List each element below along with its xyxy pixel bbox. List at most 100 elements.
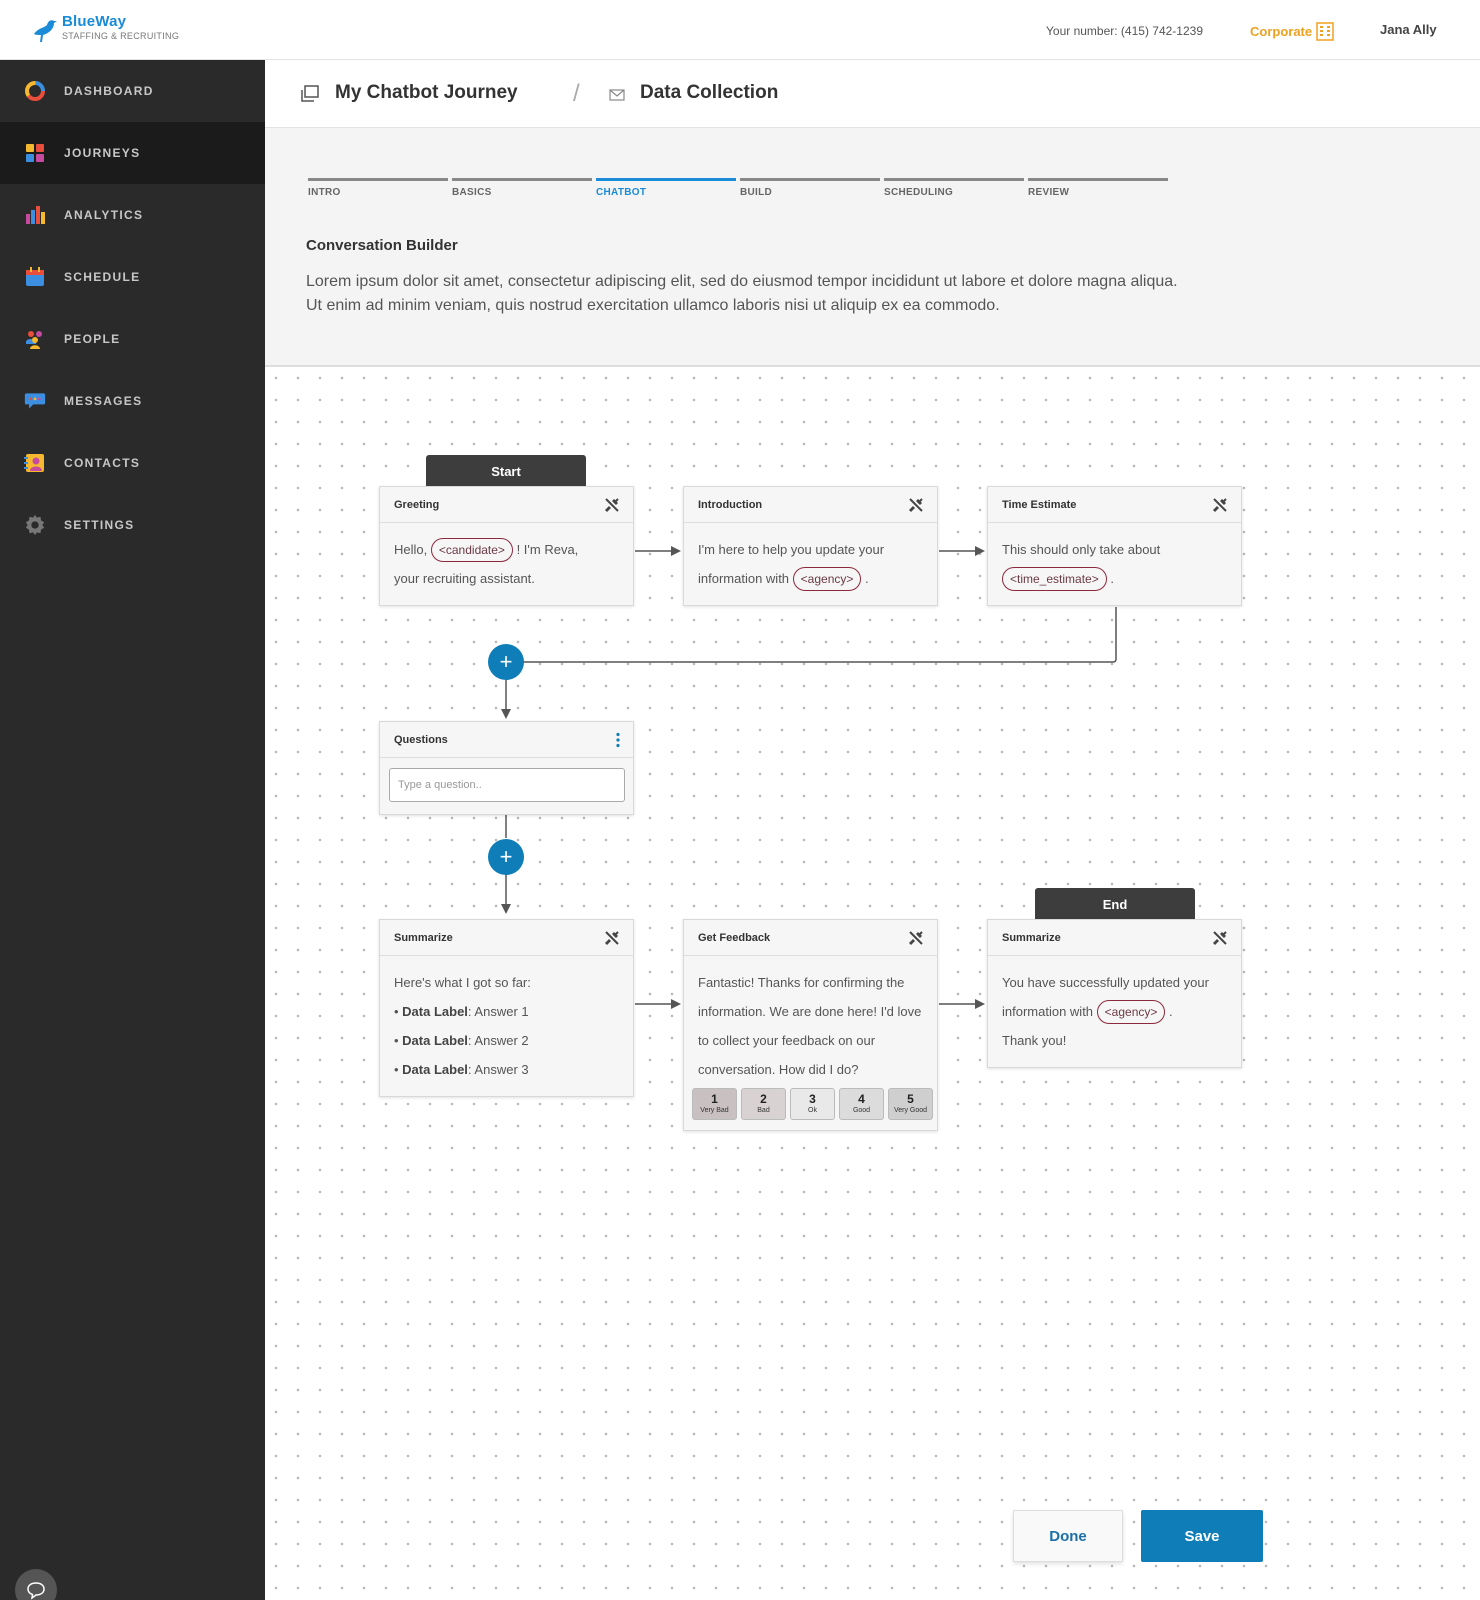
blueway-logo[interactable]: BlueWay STAFFING & RECRUITING	[30, 14, 179, 44]
sidebar-item-label: JOURNEYS	[64, 146, 141, 160]
end-text: .	[1169, 1004, 1173, 1019]
breadcrumb-separator: /	[573, 80, 580, 107]
people-icon	[24, 328, 46, 350]
rating-label: Good	[852, 1107, 871, 1114]
building-icon	[1316, 22, 1334, 41]
brand-tagline: STAFFING & RECRUITING	[62, 31, 180, 41]
sidebar-item-contacts[interactable]: CONTACTS	[0, 432, 265, 494]
questions-card[interactable]: Questions	[379, 721, 634, 815]
sidebar-item-journeys[interactable]: JOURNEYS	[0, 122, 265, 184]
tools-icon[interactable]	[603, 929, 621, 947]
data-value: : Answer 3	[467, 1062, 529, 1077]
sidebar-item-label: CONTACTS	[64, 456, 141, 470]
greeting-text: your recruiting assistant.	[394, 571, 535, 586]
agency-variable[interactable]: <agency>	[792, 567, 862, 591]
question-input[interactable]	[389, 768, 625, 802]
envelope-icon	[609, 89, 625, 101]
tools-icon[interactable]	[1211, 929, 1229, 947]
time-estimate-variable[interactable]: <time_estimate>	[1002, 567, 1107, 591]
rating-button[interactable]: 4 Good	[839, 1088, 884, 1120]
data-label: Data Label	[402, 1033, 468, 1048]
end-text: information with	[1002, 1004, 1094, 1019]
card-title: Introduction	[698, 498, 763, 511]
candidate-variable[interactable]: <candidate>	[430, 538, 513, 562]
data-value: : Answer 1	[467, 1004, 529, 1019]
introduction-card[interactable]: Introduction I'm here to help you update…	[683, 486, 938, 606]
tools-icon[interactable]	[603, 496, 621, 514]
sidebar-item-dashboard[interactable]: DASHBOARD	[0, 60, 265, 122]
data-label: Data Label	[402, 1004, 468, 1019]
summary-intro: Here's what I got so far:	[394, 975, 531, 990]
summarize-card[interactable]: Summarize Here's what I got so far: • Da…	[379, 919, 634, 1097]
copy-pages-icon	[301, 85, 319, 102]
step-intro[interactable]: INTRO	[308, 178, 448, 198]
sidebar-item-people[interactable]: PEOPLE	[0, 308, 265, 370]
sidebar-item-label: PEOPLE	[64, 332, 121, 346]
add-step-button[interactable]: +	[488, 644, 524, 680]
greeting-card[interactable]: Greeting Hello, <candidate> ! I'm Reva, …	[379, 486, 634, 606]
rating-label: Very Good	[893, 1107, 928, 1114]
step-build[interactable]: BUILD	[740, 178, 880, 198]
sidebar-item-messages[interactable]: MESSAGES	[0, 370, 265, 432]
agency-variable[interactable]: <agency>	[1096, 1000, 1166, 1024]
rating-button[interactable]: 3 Ok	[790, 1088, 835, 1120]
bar-chart-icon	[24, 204, 46, 226]
grid-icon	[24, 142, 46, 164]
rating-button[interactable]: 5 Very Good	[888, 1088, 933, 1120]
gear-icon	[24, 514, 46, 536]
tools-icon[interactable]	[907, 496, 925, 514]
step-chatbot[interactable]: CHATBOT	[596, 178, 736, 198]
section-description: Lorem ipsum dolor sit amet, consectetur …	[306, 273, 1178, 314]
end-text: Thank you!	[1002, 1033, 1067, 1048]
step-basics[interactable]: BASICS	[452, 178, 592, 198]
card-title: Get Feedback	[698, 931, 771, 944]
data-label: Data Label	[402, 1062, 468, 1077]
calendar-icon	[24, 266, 46, 288]
donut-chart-icon	[24, 80, 46, 102]
intro-text: I'm here to help you update your	[698, 542, 885, 557]
rating-scale: 1 Very Bad 2 Bad 3 Ok 4 Good 5 Very Good	[684, 1088, 937, 1130]
breadcrumb-page: Data Collection	[640, 82, 779, 103]
rating-number: 3	[809, 1092, 816, 1106]
tools-icon[interactable]	[907, 929, 925, 947]
rating-label: Bad	[757, 1107, 770, 1114]
intro-text: .	[865, 571, 869, 586]
done-button[interactable]: Done	[1013, 1510, 1123, 1562]
card-title: Time Estimate	[1002, 498, 1077, 511]
feedback-card[interactable]: Get Feedback Fantastic! Thanks for confi…	[683, 919, 938, 1131]
chat-icon	[24, 390, 46, 412]
add-step-button[interactable]: +	[488, 839, 524, 875]
sidebar-item-analytics[interactable]: ANALYTICS	[0, 184, 265, 246]
org-switcher[interactable]: Corporate	[1250, 21, 1334, 41]
rating-number: 1	[711, 1092, 718, 1106]
contact-card-icon	[24, 452, 46, 474]
step-review[interactable]: REVIEW	[1028, 178, 1168, 198]
step-scheduling[interactable]: SCHEDULING	[884, 178, 1024, 198]
top-header: BlueWay STAFFING & RECRUITING Your numbe…	[0, 0, 1480, 60]
user-menu[interactable]: Jana Ally	[1380, 22, 1437, 37]
support-chat-button[interactable]	[15, 1569, 57, 1600]
sidebar-item-label: SCHEDULE	[64, 270, 141, 284]
tools-icon[interactable]	[1211, 496, 1229, 514]
rating-button[interactable]: 2 Bad	[741, 1088, 786, 1120]
intro-text: information with	[698, 571, 790, 586]
sidebar-item-schedule[interactable]: SCHEDULE	[0, 246, 265, 308]
end-summarize-card[interactable]: Summarize You have successfully updated …	[987, 919, 1242, 1068]
more-vertical-icon[interactable]	[615, 732, 621, 748]
breadcrumb-journey[interactable]: My Chatbot Journey	[335, 82, 518, 104]
speech-bubble-icon	[27, 1582, 45, 1600]
brand-name: BlueWay	[62, 13, 127, 30]
sidebar-item-settings[interactable]: SETTINGS	[0, 494, 265, 556]
rating-number: 4	[858, 1092, 865, 1106]
save-button[interactable]: Save	[1141, 1510, 1263, 1562]
time-estimate-text: .	[1110, 571, 1114, 586]
sidebar-item-label: SETTINGS	[64, 518, 135, 532]
rating-button[interactable]: 1 Very Bad	[692, 1088, 737, 1120]
bird-logo-icon	[34, 20, 57, 42]
flow-canvas[interactable]: Start Greeting Hello, <candidate> ! I'm …	[265, 367, 1480, 1600]
time-estimate-card[interactable]: Time Estimate This should only take abou…	[987, 486, 1242, 606]
card-title: Greeting	[394, 498, 440, 511]
breadcrumb: My Chatbot Journey / Data Collection	[265, 60, 1480, 128]
sidebar: DASHBOARD JOURNEYS ANALYTICS SCHEDULE PE…	[0, 60, 265, 1600]
rating-label: Very Bad	[700, 1107, 729, 1114]
